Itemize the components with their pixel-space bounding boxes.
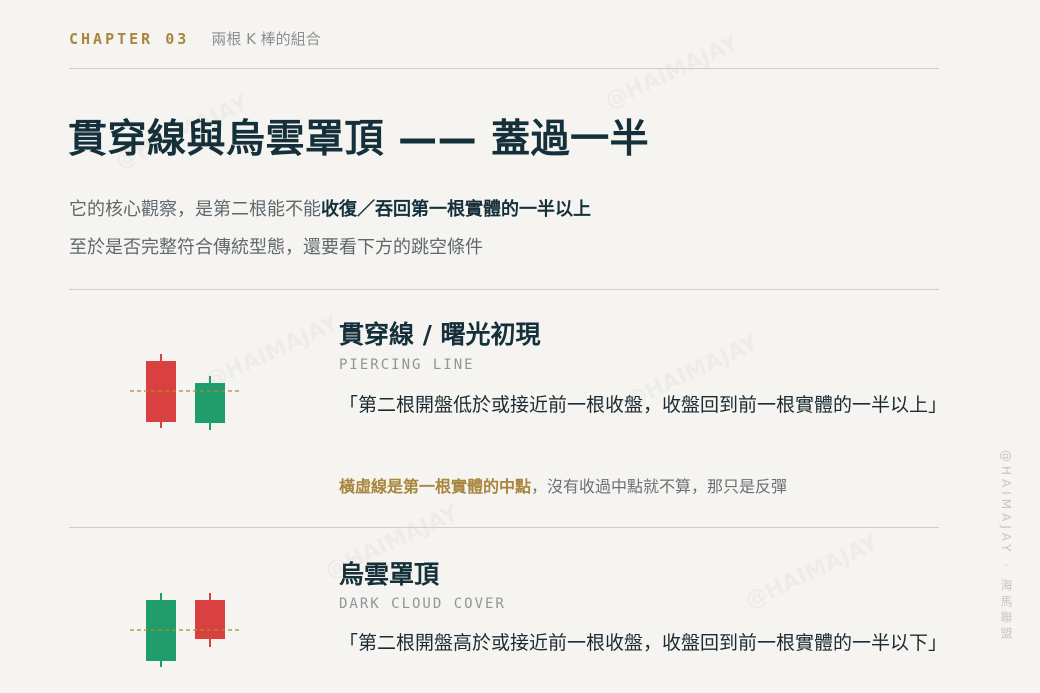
candle-2-body: [195, 383, 225, 423]
section-quote-piercing: 「第二根開盤低於或接近前一根收盤，收盤回到前一根實體的一半以上」: [339, 394, 948, 416]
section-title-piercing: 貫穿線 / 曙光初現: [339, 320, 541, 349]
divider: [69, 289, 939, 290]
divider: [69, 68, 939, 69]
section-title-dark-cloud: 烏雲罩頂: [339, 560, 440, 589]
side-watermark: @HAIMAJAY · 海馬聯盟: [999, 450, 1013, 643]
candle-2-body: [195, 600, 225, 639]
dark-cloud-diagram: [130, 593, 242, 667]
section-subtitle-piercing: PIERCING LINE: [339, 357, 475, 373]
piercing-line-diagram: [130, 354, 242, 430]
section-subtitle-dark-cloud: DARK CLOUD COVER: [339, 596, 506, 612]
note-highlight: 橫虛線是第一根實體的中點: [339, 477, 532, 496]
note-rest: ，沒有收過中點就不算，那只是反彈: [531, 477, 788, 496]
intro-bold: 收復／吞回第一根實體的一半以上: [321, 199, 591, 220]
divider: [69, 527, 939, 528]
intro-line-1: 它的核心觀察，是第二根能不能收復／吞回第一根實體的一半以上: [69, 195, 591, 221]
chapter-label: CHAPTER 03: [69, 29, 190, 48]
chapter-header: CHAPTER 03 兩根 K 棒的組合: [69, 28, 321, 49]
chapter-subtitle: 兩根 K 棒的組合: [211, 30, 321, 48]
section-quote-dark-cloud: 「第二根開盤高於或接近前一根收盤，收盤回到前一根實體的一半以下」: [339, 632, 948, 654]
watermark: @HAIMAJAY: [601, 30, 743, 115]
section-note-piercing: 橫虛線是第一根實體的中點，沒有收過中點就不算，那只是反彈: [339, 473, 787, 497]
intro-line-2: 至於是否完整符合傳統型態，還要看下方的跳空條件: [69, 237, 483, 258]
watermark: @HAIMAJAY: [741, 530, 883, 615]
intro-plain: 它的核心觀察，是第二根能不能: [69, 199, 321, 220]
page-title: 貫穿線與烏雲罩頂 —— 蓋過一半: [68, 117, 650, 162]
